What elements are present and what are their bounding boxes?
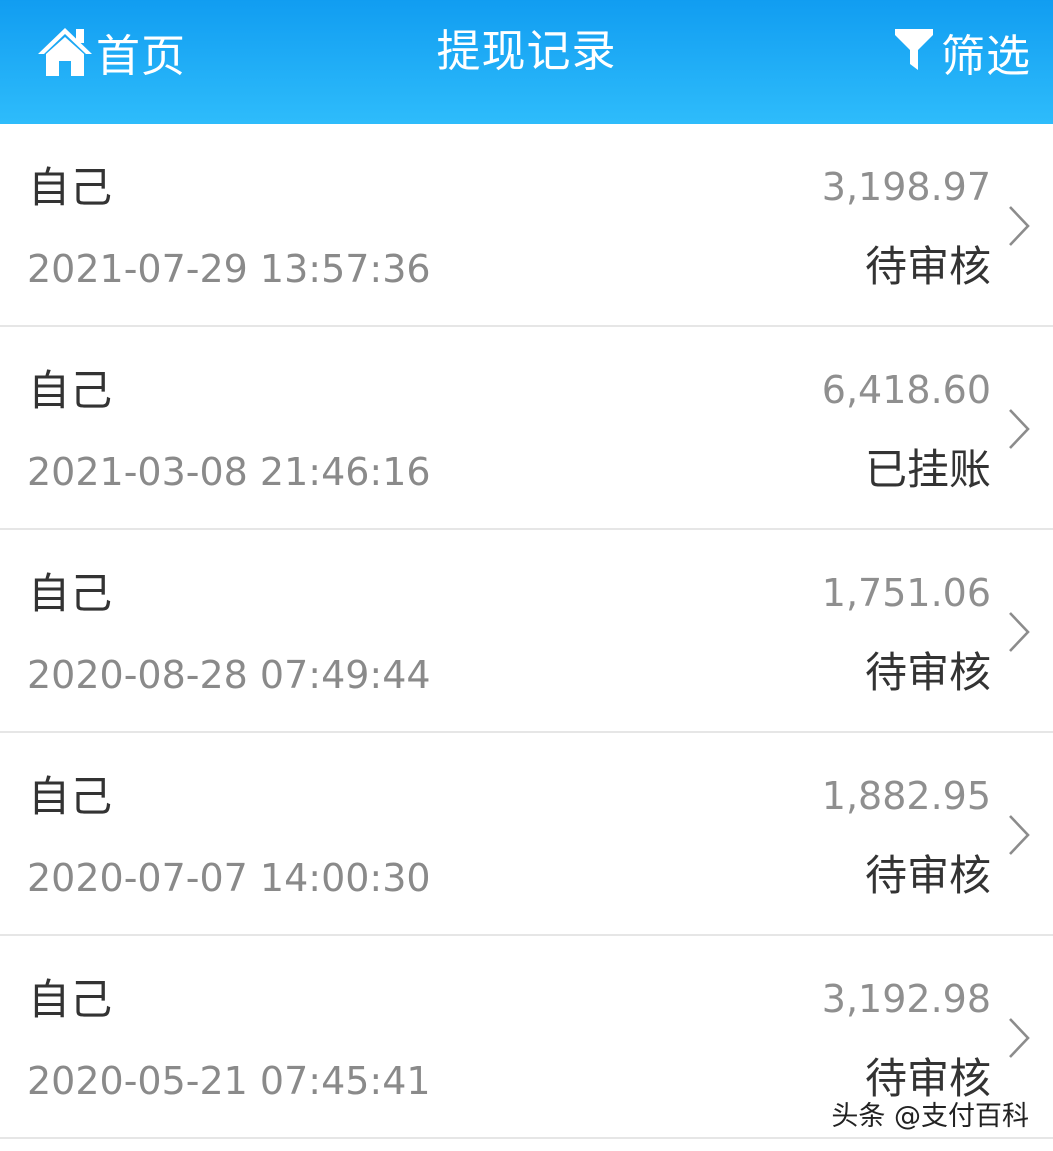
- funnel-filter-icon: [893, 26, 935, 78]
- filter-button[interactable]: 筛选: [893, 22, 1031, 82]
- record-row[interactable]: 自己 2021-03-08 21:46:16 6,418.60 已挂账: [0, 327, 1053, 530]
- record-status: 待审核: [864, 851, 991, 900]
- record-datetime: 2021-07-29 13:57:36: [27, 247, 431, 291]
- record-payee: 自己: [28, 163, 113, 212]
- record-payee: 自己: [28, 569, 113, 618]
- top-navigation-bar: 首页 提现记录 筛选: [0, 0, 1053, 124]
- record-datetime: 2021-03-08 21:46:16: [27, 450, 431, 494]
- record-amount: 3,192.98: [821, 977, 991, 1021]
- record-payee: 自己: [28, 772, 113, 821]
- record-amount: 6,418.60: [821, 368, 991, 412]
- record-payee: 自己: [28, 366, 113, 415]
- record-amount: 3,198.97: [821, 165, 991, 209]
- withdrawal-record-list: 自己 2021-07-29 13:57:36 3,198.97 待审核 自己 2…: [0, 124, 1053, 1139]
- record-status: 待审核: [864, 648, 991, 697]
- record-amount: 1,882.95: [821, 774, 991, 818]
- record-status: 已挂账: [864, 445, 991, 494]
- record-row[interactable]: 自己 2020-08-28 07:49:44 1,751.06 待审核: [0, 530, 1053, 733]
- record-status: 待审核: [864, 242, 991, 291]
- chevron-right-icon: [1009, 409, 1030, 449]
- chevron-right-icon: [1009, 815, 1030, 855]
- record-amount: 1,751.06: [821, 571, 991, 615]
- record-datetime: 2020-08-28 07:49:44: [27, 653, 431, 697]
- chevron-right-icon: [1009, 612, 1030, 652]
- record-row[interactable]: 自己 2021-07-29 13:57:36 3,198.97 待审核: [0, 124, 1053, 327]
- chevron-right-icon: [1009, 1018, 1030, 1058]
- watermark: 头条 @支付百科: [831, 1101, 1029, 1132]
- filter-label: 筛选: [941, 31, 1031, 82]
- record-datetime: 2020-07-07 14:00:30: [27, 856, 431, 900]
- record-datetime: 2020-05-21 07:45:41: [27, 1059, 431, 1103]
- record-payee: 自己: [28, 975, 113, 1024]
- record-row[interactable]: 自己 2020-07-07 14:00:30 1,882.95 待审核: [0, 733, 1053, 936]
- chevron-right-icon: [1009, 206, 1030, 246]
